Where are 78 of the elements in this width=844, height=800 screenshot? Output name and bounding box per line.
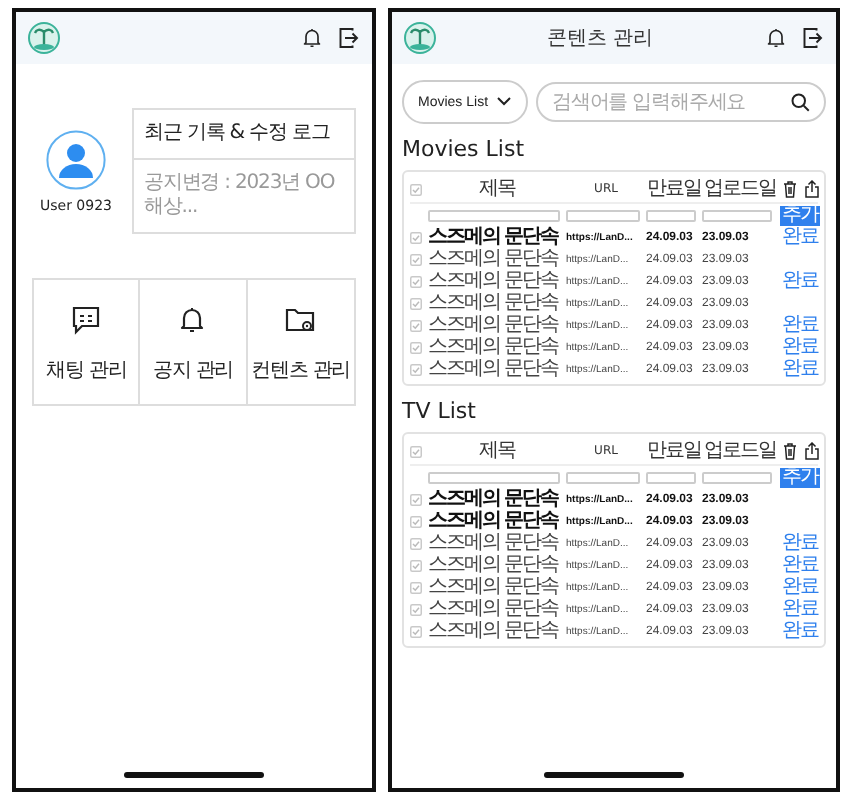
filter-field[interactable] — [702, 209, 772, 221]
table-cell-text: 스즈메의 문단속 — [428, 532, 561, 554]
avatar-icon — [46, 129, 106, 189]
checkbox[interactable] — [410, 603, 422, 615]
logout-icon[interactable] — [336, 26, 360, 50]
search-icon[interactable] — [790, 92, 810, 112]
checkbox[interactable] — [410, 493, 422, 505]
checkbox[interactable] — [410, 515, 422, 527]
logo-icon — [404, 22, 436, 54]
done-link[interactable]: 완료 — [782, 270, 818, 292]
checkbox[interactable] — [410, 363, 422, 375]
log-entry[interactable]: 공지변경 : 2023년 OO해상... — [134, 160, 354, 232]
done-link[interactable]: 완료 — [782, 620, 818, 642]
checkbox[interactable] — [410, 581, 422, 593]
filter-field[interactable] — [702, 471, 772, 483]
table-cell-text: 스즈메의 문단속 — [428, 598, 561, 620]
done-link[interactable]: 완료 — [782, 598, 818, 620]
table-cell-text: 스즈메의 문단속 — [428, 576, 561, 598]
checkbox[interactable] — [410, 231, 422, 243]
checkbox[interactable] — [410, 183, 422, 195]
screen-title: 콘텐츠 관리 — [544, 26, 656, 52]
table-cell-text: 스즈메의 문단속 — [428, 620, 561, 642]
notification-icon[interactable] — [300, 26, 324, 50]
table-cell-text: 스즈메의 문단속 — [428, 336, 561, 358]
table-cell-text: 스즈메의 문단속 — [428, 358, 561, 380]
table-cell-text: 스즈메의 문단속 — [428, 488, 561, 510]
done-link[interactable]: 완료 — [782, 226, 818, 248]
checkbox[interactable] — [410, 625, 422, 637]
checkbox[interactable] — [410, 341, 422, 353]
column-header: 만료일 — [646, 439, 702, 463]
column-header: 제목 — [477, 439, 518, 463]
search-field[interactable]: 검색어를 입력해주세요 — [536, 82, 826, 122]
home-indicator[interactable] — [124, 772, 264, 778]
filter-field[interactable] — [646, 209, 696, 221]
logout-icon[interactable] — [800, 26, 824, 50]
done-link[interactable]: 완료 — [782, 358, 818, 380]
filter-field[interactable] — [428, 209, 560, 221]
folder-gear-icon — [284, 304, 317, 336]
checkbox[interactable] — [410, 537, 422, 549]
checkbox[interactable] — [410, 253, 422, 265]
table-cell-text: 스즈메의 문단속 — [428, 554, 561, 576]
column-header: 업로드일 — [702, 177, 778, 201]
checkbox[interactable] — [410, 559, 422, 571]
notification-icon[interactable] — [764, 26, 788, 50]
done-link[interactable]: 완료 — [782, 336, 818, 358]
filter-field[interactable] — [566, 209, 640, 221]
table-cell-text: 스즈메의 문단속 — [428, 314, 561, 336]
home-indicator[interactable] — [544, 772, 684, 778]
table-cell-text: 스즈메의 문단속 — [428, 292, 561, 314]
done-link[interactable]: 완료 — [782, 314, 818, 336]
column-header: 만료일 — [646, 177, 702, 201]
checkbox[interactable] — [410, 445, 422, 457]
checkbox[interactable] — [410, 275, 422, 287]
done-link[interactable]: 완료 — [782, 576, 818, 598]
filter-field[interactable] — [566, 471, 640, 483]
column-header: 제목 — [477, 177, 518, 201]
chat-icon — [70, 304, 103, 336]
filter-field[interactable] — [646, 471, 696, 483]
table-cell-text: 스즈메의 문단속 — [428, 248, 561, 270]
bell-icon — [176, 304, 209, 336]
done-link[interactable]: 완료 — [782, 532, 818, 554]
share-icon[interactable] — [803, 180, 819, 198]
table-cell-text: 스즈메의 문단속 — [428, 510, 561, 532]
checkbox[interactable] — [410, 319, 422, 331]
trash-icon[interactable] — [781, 180, 797, 198]
trash-icon[interactable] — [781, 442, 797, 460]
section-heading: Movies List — [402, 136, 527, 162]
column-header: 업로드일 — [702, 439, 778, 463]
share-icon[interactable] — [803, 442, 819, 460]
checkbox[interactable] — [410, 297, 422, 309]
done-link[interactable]: 완료 — [782, 554, 818, 576]
filter-field[interactable] — [428, 471, 560, 483]
logo-icon — [28, 22, 60, 54]
log-title: 최근 기록 & 수정 로그 — [134, 110, 354, 160]
table-cell-text: 스즈메의 문단속 — [428, 270, 561, 292]
table-cell-text: 스즈메의 문단속 — [428, 226, 561, 248]
section-heading: TV List — [402, 398, 478, 424]
chevron-icon — [496, 96, 513, 108]
